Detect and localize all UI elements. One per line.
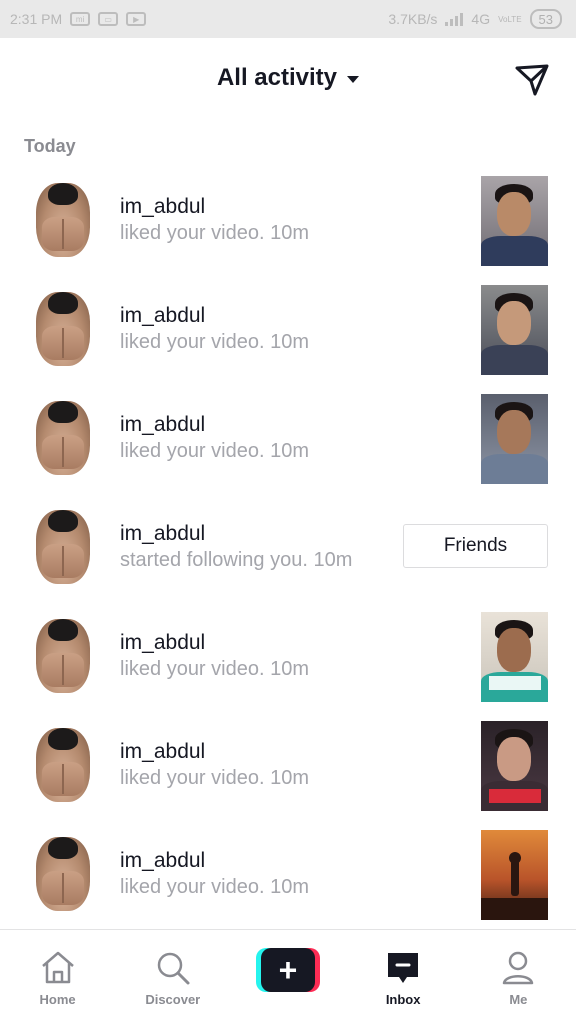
activity-description: liked your video. 10m bbox=[120, 222, 309, 244]
username[interactable]: im_abdul bbox=[120, 522, 205, 546]
status-time: 2:31 PM bbox=[10, 11, 63, 27]
friends-button[interactable]: Friends bbox=[403, 524, 548, 568]
nav-me[interactable]: Me bbox=[472, 948, 564, 1007]
battery-indicator: 53 bbox=[529, 9, 562, 29]
video-thumbnail[interactable] bbox=[481, 285, 548, 375]
avatar[interactable] bbox=[36, 619, 90, 693]
activity-row[interactable]: im_abdul liked your video. 10m bbox=[0, 165, 576, 274]
username[interactable]: im_abdul bbox=[120, 413, 205, 437]
avatar[interactable] bbox=[36, 401, 90, 475]
activity-description: liked your video. 10m bbox=[120, 440, 309, 462]
nav-inbox[interactable]: Inbox bbox=[357, 948, 449, 1007]
profile-icon bbox=[503, 951, 534, 985]
activity-row[interactable]: im_abdul liked your video. 10m bbox=[0, 601, 576, 710]
network-type: 4G bbox=[471, 11, 491, 27]
home-icon bbox=[41, 951, 74, 984]
activity-row[interactable]: im_abdul liked your video. 10m bbox=[0, 383, 576, 492]
activity-description: liked your video. 10m bbox=[120, 331, 309, 353]
nav-home[interactable]: Home bbox=[12, 948, 104, 1007]
avatar[interactable] bbox=[36, 728, 90, 802]
send-icon[interactable] bbox=[514, 62, 550, 98]
nav-me-label: Me bbox=[509, 992, 528, 1007]
activity-description: liked your video. 10m bbox=[120, 658, 309, 680]
inbox-icon bbox=[388, 953, 419, 983]
activity-description: liked your video. 10m bbox=[120, 876, 309, 898]
status-bar-right: 3.7KB/s 4G VoLTE 53 bbox=[388, 9, 562, 29]
nav-create[interactable]: + bbox=[242, 948, 334, 992]
section-label-today: Today bbox=[24, 136, 76, 156]
video-thumbnail[interactable] bbox=[481, 394, 548, 484]
avatar[interactable] bbox=[36, 837, 90, 911]
nav-discover-label: Discover bbox=[145, 992, 201, 1007]
activity-description: started following you. 10m bbox=[120, 549, 353, 571]
activity-row[interactable]: im_abdul liked your video. 10m bbox=[0, 819, 576, 928]
nav-discover[interactable]: Discover bbox=[127, 948, 219, 1007]
username[interactable]: im_abdul bbox=[120, 304, 205, 328]
caret-down-icon bbox=[347, 75, 360, 83]
activity-description: liked your video. 10m bbox=[120, 767, 309, 789]
avatar[interactable] bbox=[36, 183, 90, 257]
plus-icon: + bbox=[260, 948, 315, 992]
page-title: All activity bbox=[216, 64, 338, 91]
mi-icon: mi bbox=[70, 12, 91, 26]
activity-list: im_abdul liked your video. 10m im_abdul … bbox=[0, 165, 576, 928]
video-thumbnail[interactable] bbox=[481, 612, 548, 702]
activity-row[interactable]: im_abdul liked your video. 10m bbox=[0, 710, 576, 819]
video-thumbnail[interactable] bbox=[481, 176, 548, 266]
search-icon bbox=[157, 952, 190, 985]
activity-filter-dropdown[interactable]: All activity bbox=[0, 64, 576, 92]
username[interactable]: im_abdul bbox=[120, 849, 205, 873]
youtube-icon: ▶ bbox=[126, 12, 147, 26]
username[interactable]: im_abdul bbox=[120, 740, 205, 764]
video-thumbnail[interactable] bbox=[481, 721, 548, 811]
message-icon: ▭ bbox=[98, 12, 119, 26]
status-bar: 2:31 PM mi ▭ ▶ 3.7KB/s 4G VoLTE 53 bbox=[0, 0, 576, 38]
signal-icon bbox=[445, 12, 464, 26]
activity-row[interactable]: im_abdul liked your video. 10m bbox=[0, 274, 576, 383]
status-bar-left: 2:31 PM mi ▭ ▶ bbox=[10, 11, 147, 27]
header: All activity bbox=[0, 38, 576, 122]
bottom-nav: Home Discover + Inbox Me bbox=[0, 929, 576, 1024]
username[interactable]: im_abdul bbox=[120, 195, 205, 219]
create-button[interactable]: + bbox=[255, 948, 320, 992]
username[interactable]: im_abdul bbox=[120, 631, 205, 655]
network-speed: 3.7KB/s bbox=[388, 11, 438, 27]
volte-label: VoLTE bbox=[498, 14, 522, 24]
nav-home-label: Home bbox=[39, 992, 76, 1007]
avatar[interactable] bbox=[36, 292, 90, 366]
nav-inbox-label: Inbox bbox=[385, 992, 421, 1007]
avatar[interactable] bbox=[36, 510, 90, 584]
activity-row[interactable]: im_abdul started following you. 10m Frie… bbox=[0, 492, 576, 601]
video-thumbnail[interactable] bbox=[481, 830, 548, 920]
